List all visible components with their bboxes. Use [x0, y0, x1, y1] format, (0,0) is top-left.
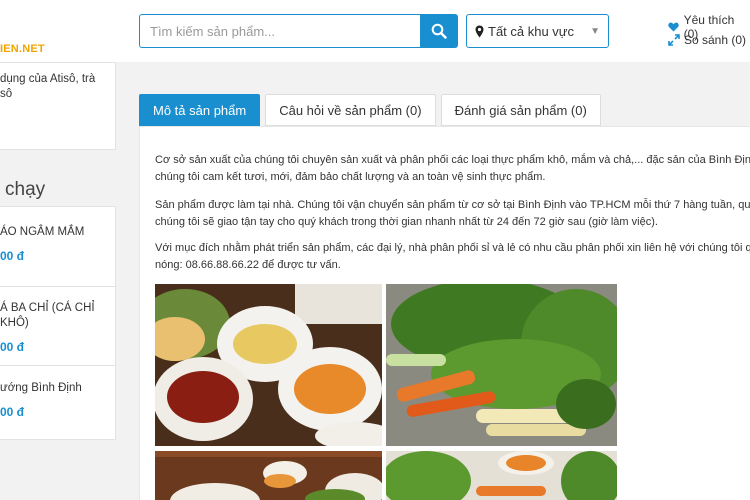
description-paragraph: Cơ sở sản xuất của chúng tôi chuyên sản … — [155, 152, 750, 186]
description-line: Với mục đích nhằm phát triển sản phẩm, c… — [155, 242, 750, 254]
tab-description[interactable]: Mô tả sản phẩm — [139, 94, 261, 126]
product-name: ÁO NGÂM MẮM — [0, 226, 85, 238]
search-button[interactable] — [420, 14, 458, 48]
compare-arrows-icon — [668, 34, 680, 46]
sidebar-product[interactable]: ướng Bình Định 00 đ — [0, 381, 116, 419]
search-input[interactable] — [139, 14, 420, 48]
compare-label: So sánh (0) — [684, 33, 747, 47]
divider — [0, 365, 116, 366]
region-select[interactable]: Tất cả khu vực ▼ — [466, 14, 609, 48]
sidebar-product[interactable]: Á BA CHỈ (CÁ CHỈ KHÔ) 00 đ — [0, 301, 116, 354]
description-panel: Cơ sở sản xuất của chúng tôi chuyên sản … — [139, 126, 750, 500]
description-paragraph: Sản phẩm được làm tại nhà. Chúng tôi vận… — [155, 197, 750, 231]
sidebar-product[interactable]: ÁO NGÂM MẮM 00 đ — [0, 225, 116, 263]
description-line: Sản phẩm được làm tại nhà. Chúng tôi vận… — [155, 199, 750, 211]
sidebar-card-top[interactable]: dụng của Atisô, trà sô — [0, 62, 116, 150]
product-photo-fresh-herbs — [386, 284, 617, 446]
description-line: nóng: 08.66.88.66.22 để được tư vấn. — [155, 259, 341, 271]
description-line: chúng tôi cam kết tươi, mới, đảm bảo chấ… — [155, 171, 546, 183]
product-photo-spread — [155, 451, 382, 500]
product-price: 00 đ — [0, 405, 25, 419]
sidebar-heading: chạy — [5, 179, 46, 200]
description-line: Cơ sở sản xuất của chúng tôi chuyên sản … — [155, 154, 750, 166]
product-photo-veggies — [386, 451, 617, 500]
product-price: 00 đ — [0, 249, 25, 263]
product-photo-dipping-sauces — [155, 284, 382, 446]
compare-link[interactable]: So sánh (0) — [668, 33, 746, 47]
divider — [0, 286, 116, 287]
header: IEN.NET Tất cả khu vực ▼ Yêu thích (0) S… — [0, 0, 750, 62]
chevron-down-icon: ▼ — [590, 25, 600, 37]
description-line: chúng tôi sẽ giao tận tay cho quý khách … — [155, 216, 658, 228]
region-select-label: Tất cả khu vực — [488, 23, 575, 39]
tab-reviews[interactable]: Đánh giá sản phẩm (0) — [440, 94, 601, 126]
sidebar-bestsellers: ÁO NGÂM MẮM 00 đ Á BA CHỈ (CÁ CHỈ KHÔ) 0… — [0, 206, 116, 440]
description-paragraph: Với mục đích nhằm phát triển sản phẩm, c… — [155, 240, 750, 274]
map-pin-icon — [475, 25, 484, 38]
product-name: Á BA CHỈ (CÁ CHỈ — [0, 302, 95, 314]
product-name: ướng Bình Định — [0, 382, 82, 394]
sidebar-top-line: sô — [0, 88, 13, 100]
sidebar-top-line: dụng của Atisô, trà — [0, 73, 96, 85]
search-icon — [431, 23, 447, 39]
product-price: 00 đ — [0, 340, 25, 354]
sidebar-top-text: dụng của Atisô, trà sô — [0, 72, 95, 102]
logo[interactable]: IEN.NET — [0, 43, 45, 55]
product-tabs: Mô tả sản phẩm Câu hỏi về sản phẩm (0) Đ… — [139, 94, 606, 126]
heart-icon — [668, 22, 680, 32]
tab-questions[interactable]: Câu hỏi về sản phẩm (0) — [265, 94, 436, 126]
product-name-line2: KHÔ) — [0, 317, 29, 329]
